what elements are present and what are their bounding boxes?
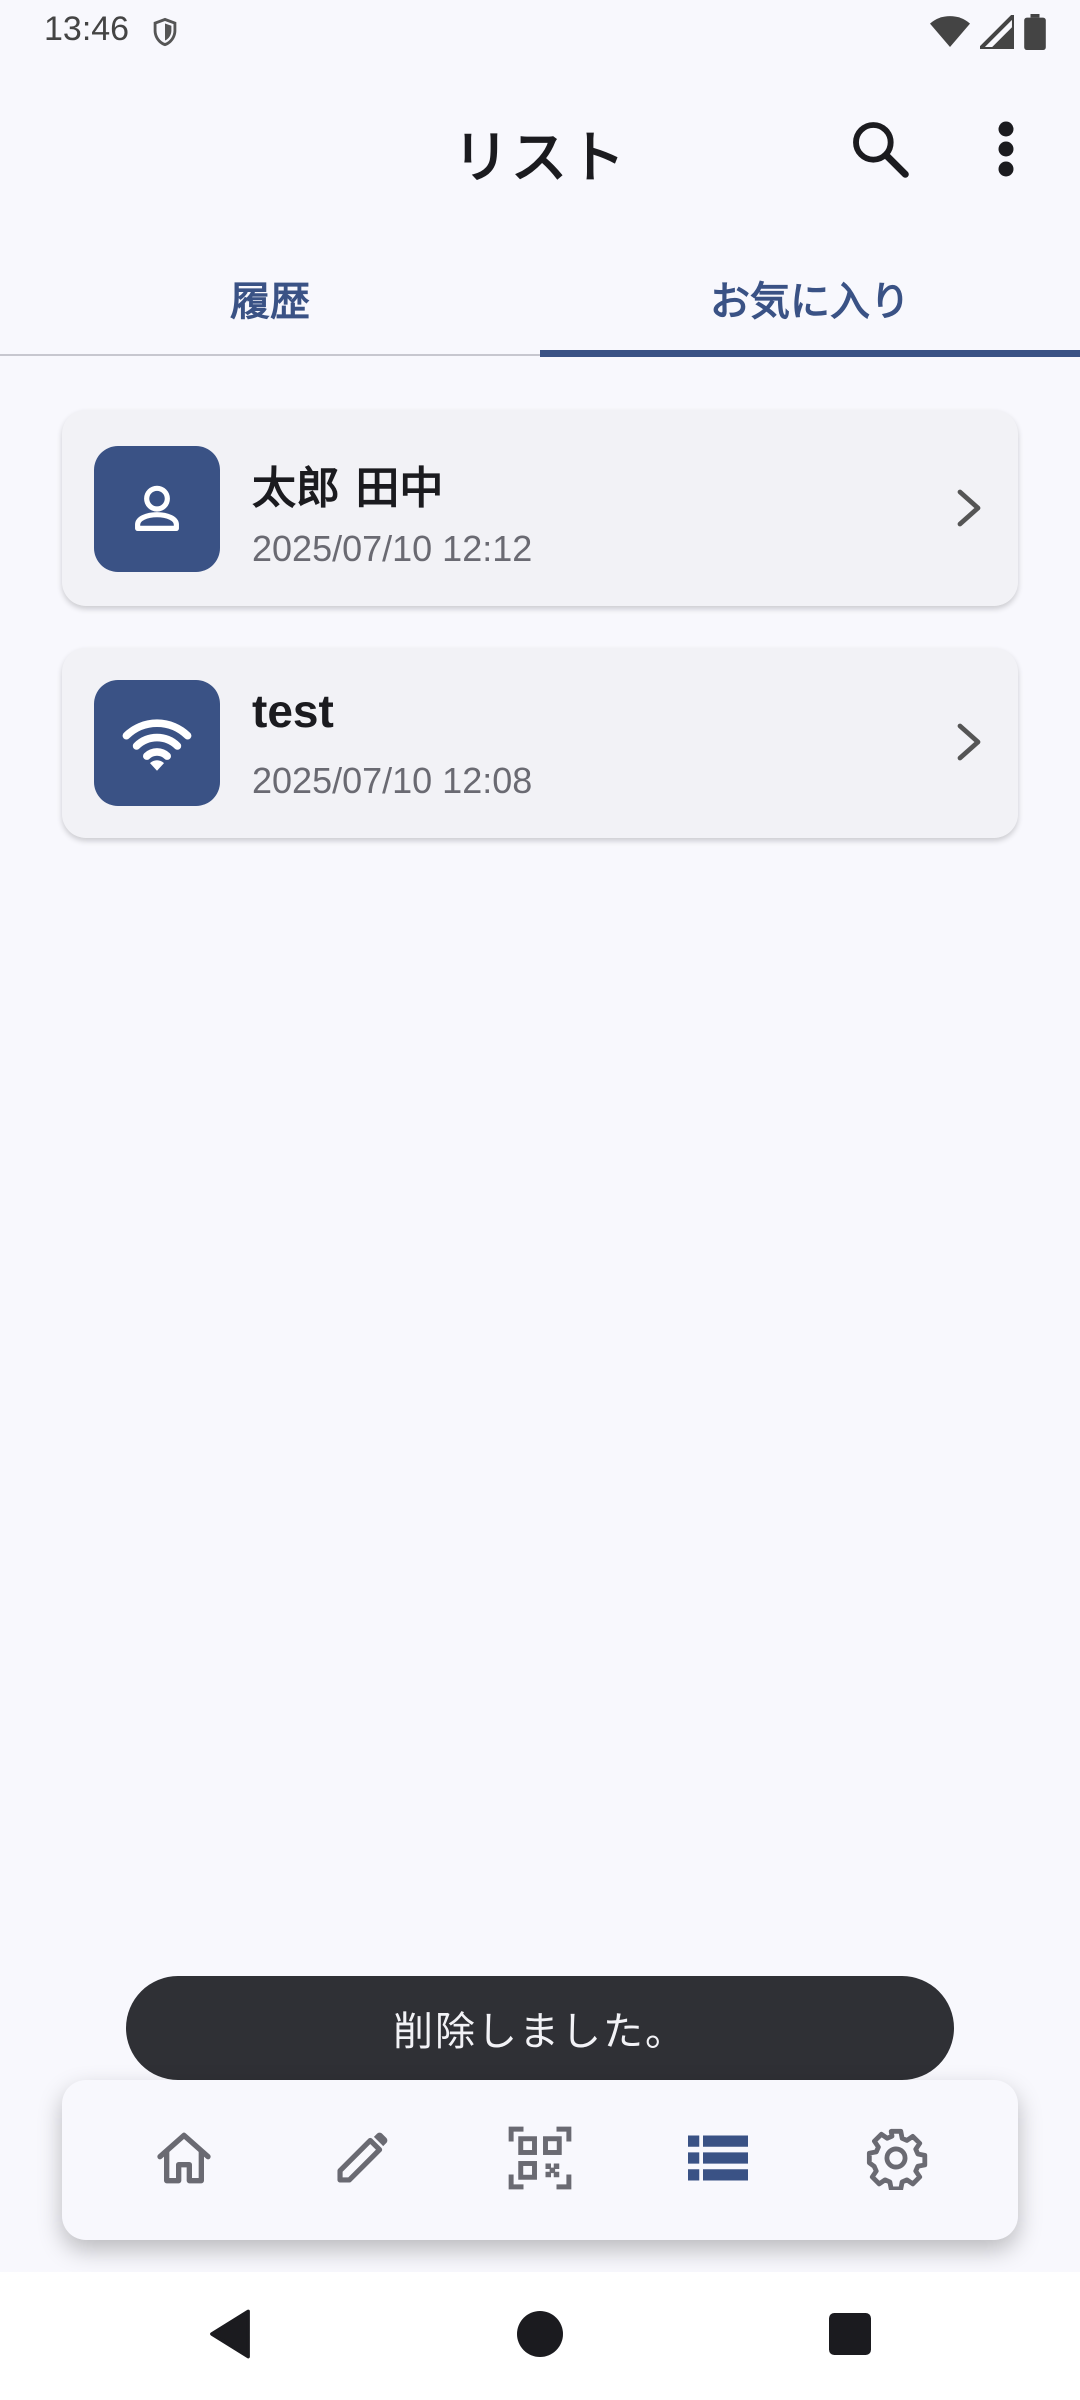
back-button[interactable] [200,2306,260,2366]
status-icons [930,14,1046,50]
search-button[interactable] [832,103,928,199]
home-button[interactable] [510,2306,570,2366]
list-item[interactable]: 太郎 田中 2025/07/10 12:12 [62,410,1018,606]
list-item-date: 2025/07/10 12:12 [252,528,533,569]
list-item-date: 2025/07/10 12:08 [252,760,533,801]
list-item[interactable]: test 2025/07/10 12:08 [62,648,1018,838]
more-vert-icon [996,119,1016,183]
battery-icon [1024,14,1046,50]
top-app-bar: リスト [0,95,1080,205]
screen: 13:46 リスト 履歴 お気に入り 太郎 田中 2025/07/10 12:1… [0,0,1080,2400]
nav-edit[interactable] [322,2120,402,2200]
person-icon [94,446,220,572]
tab-bar: 履歴 お気に入り [0,240,1080,357]
back-icon [207,2309,253,2363]
nav-list[interactable] [678,2120,758,2200]
list-item-title: 太郎 田中 [252,463,444,514]
system-navigation-bar [0,2272,1080,2400]
list-item-title: test [252,685,334,737]
home-icon [152,2126,216,2194]
home-circle-icon [517,2311,563,2361]
nav-home[interactable] [144,2120,224,2200]
list-icon [687,2133,749,2187]
snackbar-message: 削除しました。 [393,2009,687,2055]
bottom-navigation [62,2080,1018,2240]
search-icon [848,117,912,185]
tab-favorites[interactable]: お気に入り [540,240,1080,356]
wifi-icon [930,15,970,49]
tab-indicator [540,350,1080,357]
snackbar: 削除しました。 [126,1976,954,2080]
chevron-right-icon [948,486,988,530]
recents-button[interactable] [820,2306,880,2366]
nav-qr-scan[interactable] [500,2120,580,2200]
qr-code-icon [507,2125,573,2195]
edit-icon [331,2127,393,2193]
nav-settings[interactable] [856,2120,936,2200]
settings-icon [864,2126,928,2194]
recents-icon [829,2313,871,2359]
signal-icon [980,15,1014,49]
shield-icon [148,14,182,50]
chevron-right-icon [948,720,988,764]
wifi-icon [94,680,220,806]
tab-history[interactable]: 履歴 [0,240,540,356]
more-options-button[interactable] [958,103,1054,199]
status-time: 13:46 [44,10,130,48]
status-bar: 13:46 [0,0,1080,62]
